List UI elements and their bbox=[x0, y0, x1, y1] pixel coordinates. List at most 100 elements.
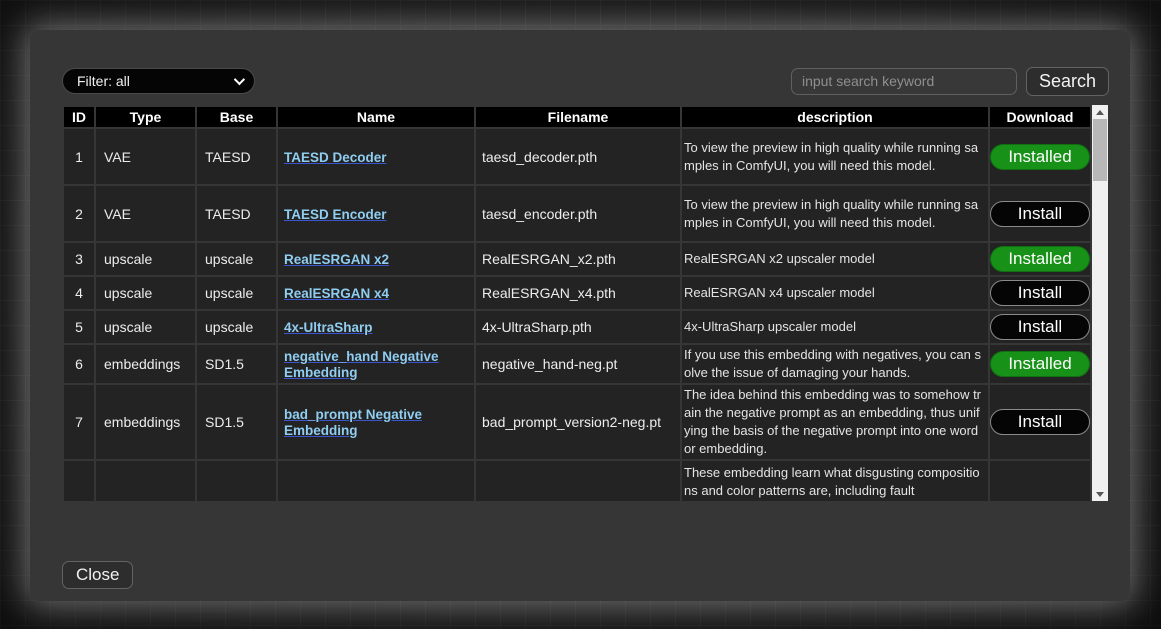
cell-name: RealESRGAN x4 bbox=[278, 277, 474, 309]
cell-filename: 4x-UltraSharp.pth bbox=[476, 311, 680, 343]
cell-download: Installed bbox=[990, 243, 1090, 275]
cell-name: negative_hand Negative Embedding bbox=[278, 345, 474, 383]
cell-name: bad_prompt Negative Embedding bbox=[278, 385, 474, 459]
cell-name bbox=[278, 461, 474, 501]
cell-name: TAESD Decoder bbox=[278, 129, 474, 184]
model-name-link[interactable]: RealESRGAN x4 bbox=[284, 286, 389, 301]
column-header-description: description bbox=[682, 107, 988, 127]
model-name-link[interactable]: bad_prompt Negative Embedding bbox=[284, 407, 422, 438]
download-button[interactable]: Install bbox=[990, 314, 1090, 340]
download-button[interactable]: Installed bbox=[990, 351, 1090, 377]
search-group: Search bbox=[791, 67, 1109, 96]
column-header-base: Base bbox=[197, 107, 276, 127]
column-header-name: Name bbox=[278, 107, 474, 127]
cell-base: SD1.5 bbox=[197, 345, 276, 383]
cell-id bbox=[64, 461, 94, 501]
model-name-link[interactable]: negative_hand Negative Embedding bbox=[284, 349, 439, 380]
cell-base: TAESD bbox=[197, 129, 276, 184]
cell-download: Install bbox=[990, 277, 1090, 309]
cell-filename: bad_prompt_version2-neg.pt bbox=[476, 385, 680, 459]
download-button[interactable]: Install bbox=[990, 280, 1090, 306]
scroll-up-icon bbox=[1096, 110, 1104, 115]
cell-description: To view the preview in high quality whil… bbox=[682, 186, 988, 241]
cell-name: 4x-UltraSharp bbox=[278, 311, 474, 343]
models-table-body: 1 VAE TAESD TAESD Decoder taesd_decoder.… bbox=[64, 129, 1090, 501]
cell-id: 3 bbox=[64, 243, 94, 275]
scroll-up-button[interactable] bbox=[1092, 105, 1108, 119]
cell-type: upscale bbox=[96, 311, 195, 343]
cell-id: 6 bbox=[64, 345, 94, 383]
cell-base: upscale bbox=[197, 311, 276, 343]
table-row: These embedding learn what disgusting co… bbox=[64, 461, 1090, 501]
cell-name: TAESD Encoder bbox=[278, 186, 474, 241]
table-row: 5 upscale upscale 4x-UltraSharp 4x-Ultra… bbox=[64, 311, 1090, 343]
cell-filename: RealESRGAN_x2.pth bbox=[476, 243, 680, 275]
column-header-download: Download bbox=[990, 107, 1090, 127]
download-button[interactable]: Install bbox=[990, 409, 1090, 435]
cell-download: Install bbox=[990, 186, 1090, 241]
cell-download: Installed bbox=[990, 345, 1090, 383]
cell-description: 4x-UltraSharp upscaler model bbox=[682, 311, 988, 343]
cell-filename: negative_hand-neg.pt bbox=[476, 345, 680, 383]
cell-id: 2 bbox=[64, 186, 94, 241]
download-button[interactable]: Installed bbox=[990, 246, 1090, 272]
cell-type: upscale bbox=[96, 277, 195, 309]
models-table-zone: IDTypeBaseNameFilenamedescriptionDownloa… bbox=[62, 105, 1108, 501]
search-button[interactable]: Search bbox=[1026, 67, 1109, 96]
cell-download: Install bbox=[990, 385, 1090, 459]
cell-base: TAESD bbox=[197, 186, 276, 241]
cell-type: VAE bbox=[96, 129, 195, 184]
cell-download: Install bbox=[990, 311, 1090, 343]
model-name-link[interactable]: TAESD Encoder bbox=[284, 207, 387, 222]
cell-base: upscale bbox=[197, 243, 276, 275]
cell-type: VAE bbox=[96, 186, 195, 241]
filter-dropdown[interactable]: Filter: all bbox=[62, 68, 255, 94]
cell-id: 1 bbox=[64, 129, 94, 184]
models-table: IDTypeBaseNameFilenamedescriptionDownloa… bbox=[62, 105, 1092, 501]
cell-description: RealESRGAN x2 upscaler model bbox=[682, 243, 988, 275]
cell-description: These embedding learn what disgusting co… bbox=[682, 461, 988, 501]
cell-filename: RealESRGAN_x4.pth bbox=[476, 277, 680, 309]
table-row: 1 VAE TAESD TAESD Decoder taesd_decoder.… bbox=[64, 129, 1090, 184]
cell-filename: taesd_encoder.pth bbox=[476, 186, 680, 241]
column-header-id: ID bbox=[64, 107, 94, 127]
cell-filename: taesd_decoder.pth bbox=[476, 129, 680, 184]
model-name-link[interactable]: TAESD Decoder bbox=[284, 150, 387, 165]
cell-base: SD1.5 bbox=[197, 385, 276, 459]
cell-description: The idea behind this embedding was to so… bbox=[682, 385, 988, 459]
cell-type: embeddings bbox=[96, 345, 195, 383]
close-button[interactable]: Close bbox=[62, 561, 133, 589]
cell-base: upscale bbox=[197, 277, 276, 309]
cell-download bbox=[990, 461, 1090, 501]
table-row: 3 upscale upscale RealESRGAN x2 RealESRG… bbox=[64, 243, 1090, 275]
table-scrollbar[interactable] bbox=[1092, 105, 1108, 501]
cell-download: Installed bbox=[990, 129, 1090, 184]
cell-filename bbox=[476, 461, 680, 501]
cell-type: embeddings bbox=[96, 385, 195, 459]
cell-type bbox=[96, 461, 195, 501]
table-row: 4 upscale upscale RealESRGAN x4 RealESRG… bbox=[64, 277, 1090, 309]
dialog-toolbar: Filter: all Search bbox=[62, 67, 1109, 95]
model-name-link[interactable]: RealESRGAN x2 bbox=[284, 252, 389, 267]
search-input[interactable] bbox=[791, 68, 1017, 95]
model-name-link[interactable]: 4x-UltraSharp bbox=[284, 320, 373, 335]
download-button[interactable]: Installed bbox=[990, 144, 1090, 170]
table-row: 6 embeddings SD1.5 negative_hand Negativ… bbox=[64, 345, 1090, 383]
cell-base bbox=[197, 461, 276, 501]
scrollbar-thumb[interactable] bbox=[1093, 119, 1107, 181]
scroll-down-button[interactable] bbox=[1092, 487, 1108, 501]
cell-description: To view the preview in high quality whil… bbox=[682, 129, 988, 184]
chevron-down-icon bbox=[234, 74, 245, 85]
download-button[interactable]: Install bbox=[990, 201, 1090, 227]
install-models-dialog: Filter: all Search IDTypeBaseNameFilenam… bbox=[30, 30, 1130, 601]
cell-type: upscale bbox=[96, 243, 195, 275]
filter-dropdown-label: Filter: all bbox=[77, 73, 228, 89]
cell-id: 7 bbox=[64, 385, 94, 459]
column-header-filename: Filename bbox=[476, 107, 680, 127]
cell-id: 4 bbox=[64, 277, 94, 309]
cell-name: RealESRGAN x2 bbox=[278, 243, 474, 275]
cell-description: If you use this embedding with negatives… bbox=[682, 345, 988, 383]
table-header-row: IDTypeBaseNameFilenamedescriptionDownloa… bbox=[64, 107, 1090, 127]
cell-description: RealESRGAN x4 upscaler model bbox=[682, 277, 988, 309]
scroll-down-icon bbox=[1096, 492, 1104, 497]
